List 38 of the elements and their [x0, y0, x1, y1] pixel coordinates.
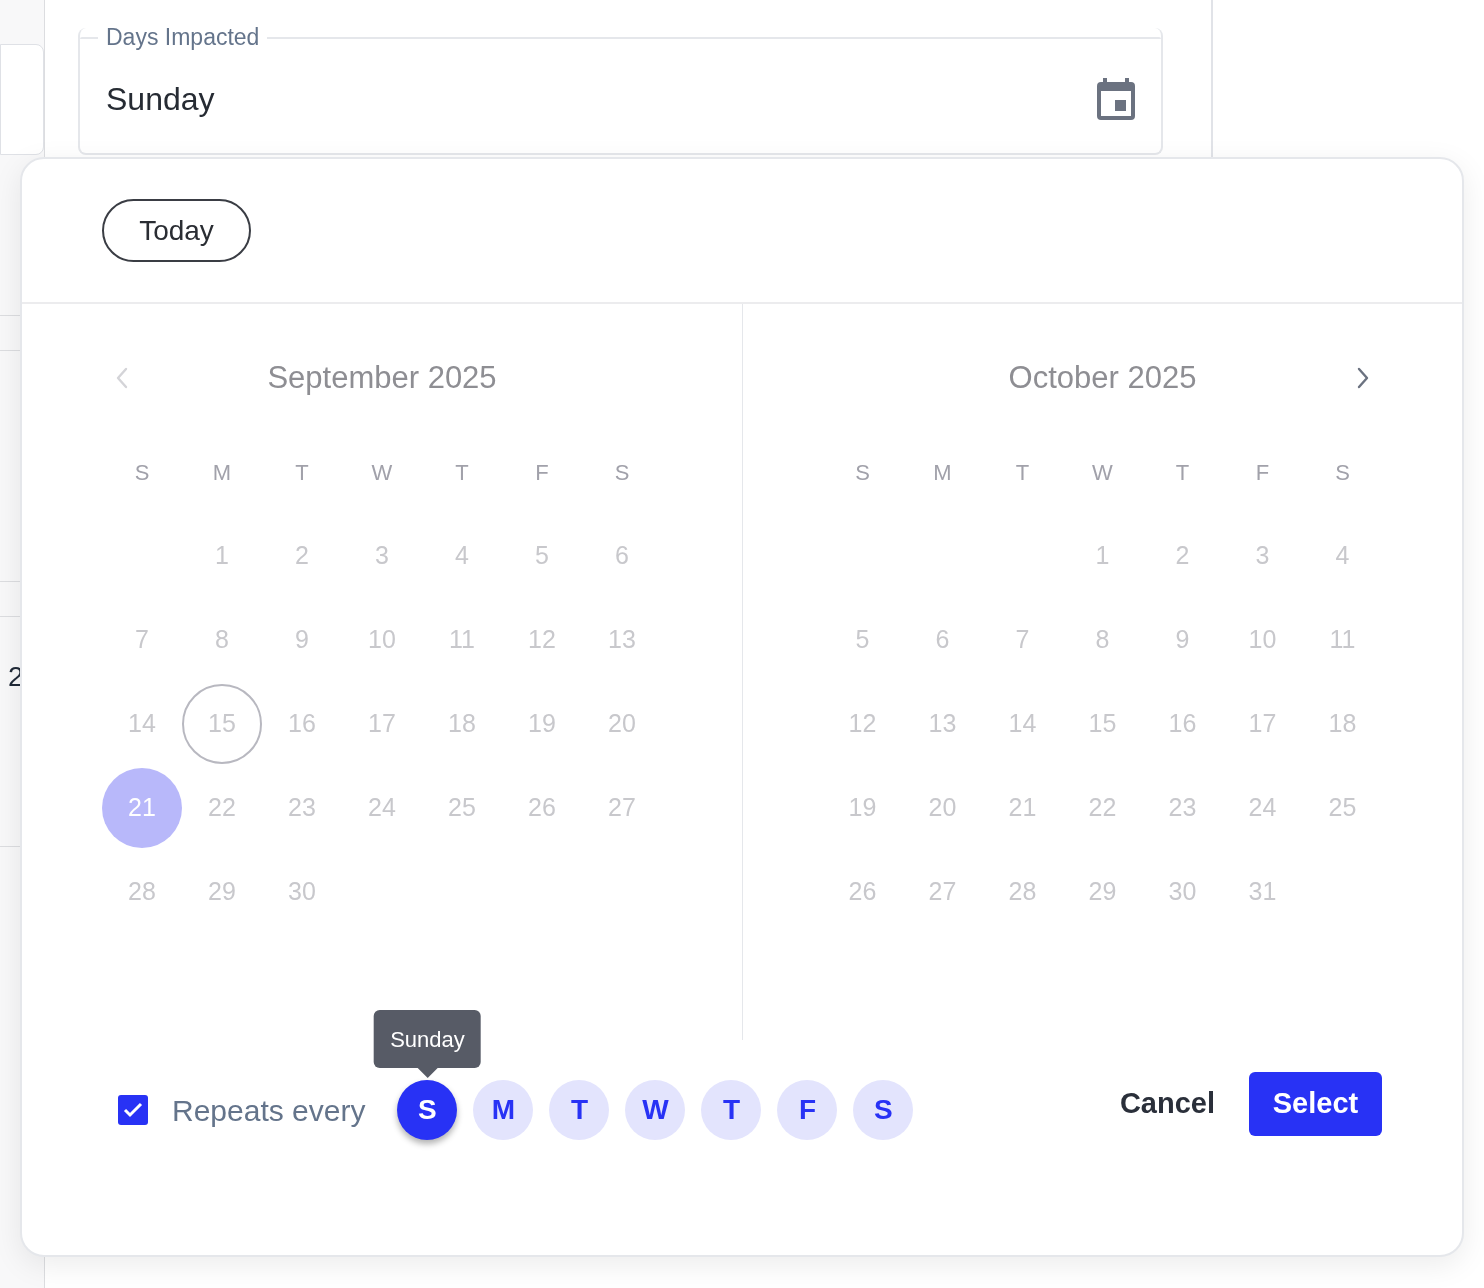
field-label: Days Impacted — [105, 26, 261, 49]
weekday-header: S — [1335, 458, 1350, 487]
day-cell[interactable]: 21 — [102, 768, 182, 848]
cancel-button[interactable]: Cancel — [1115, 1072, 1219, 1136]
weekday-header: T — [1015, 458, 1030, 487]
check-icon — [123, 1102, 143, 1118]
month-title: October 2025 — [1008, 358, 1197, 397]
weekday-toggle[interactable]: S — [397, 1080, 458, 1140]
weekday-header: T — [1175, 458, 1190, 487]
chevron-left-icon — [115, 366, 129, 390]
text-field[interactable] — [0, 44, 44, 155]
repeat-label: Repeats every — [172, 1092, 366, 1129]
weekday-header: W — [371, 458, 393, 487]
weekday-header: T — [295, 458, 309, 487]
tooltip: Sunday — [374, 1010, 481, 1078]
weekday-header: F — [535, 458, 549, 487]
weekday-toggle[interactable]: M — [473, 1080, 534, 1140]
weekday-header: T — [455, 458, 469, 487]
weekday-header: M — [212, 458, 232, 487]
weekday-toggle[interactable]: S — [853, 1080, 914, 1140]
weekday-toggle[interactable]: F — [777, 1080, 838, 1140]
weekday-toggle[interactable]: T — [701, 1080, 762, 1140]
weekday-toggle[interactable]: T — [549, 1080, 610, 1140]
weekday-header: M — [933, 458, 952, 487]
field-value: Sunday — [106, 79, 215, 119]
chevron-right-icon — [1355, 366, 1370, 390]
weekday-header: W — [1092, 458, 1113, 487]
weekday-header: S — [614, 458, 630, 487]
repeat-checkbox[interactable] — [118, 1095, 148, 1125]
today-button[interactable]: Today — [102, 199, 251, 262]
weekday-header: S — [134, 458, 150, 487]
weekday-header: F — [1255, 458, 1270, 487]
calendar-icon[interactable] — [1097, 77, 1135, 120]
weekday-toggle[interactable]: W — [625, 1080, 686, 1140]
days-impacted-field[interactable]: Days Impacted Sunday — [78, 28, 1163, 155]
select-button[interactable]: Select — [1249, 1072, 1382, 1136]
weekday-header: S — [855, 458, 870, 487]
month-title: September 2025 — [267, 358, 497, 397]
